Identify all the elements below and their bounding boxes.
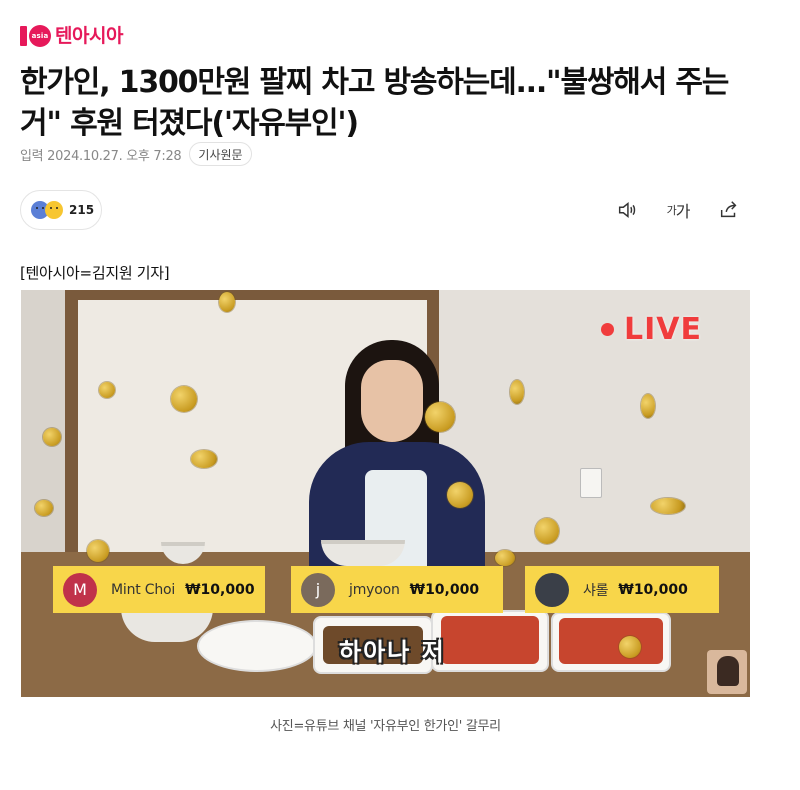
- photo-caption: 사진=유튜브 채널 '자유부인 한가인' 갈무리: [270, 719, 501, 734]
- live-label: LIVE: [624, 312, 702, 347]
- live-dot-icon: [601, 323, 614, 336]
- donor-avatar: M: [63, 572, 97, 607]
- donation-amount: ₩10,000: [618, 581, 688, 598]
- donation-banner: j jmyoon ₩10,000: [291, 566, 503, 613]
- publish-date: 입력 2024.10.27. 오후 7:28: [20, 148, 182, 164]
- donation-banner: M Mint Choi ₩10,000: [53, 566, 265, 613]
- live-badge: LIVE: [601, 312, 702, 347]
- donation-amount: ₩10,000: [409, 581, 480, 598]
- reaction-count: 215: [69, 203, 95, 217]
- donor-name: Mint Choi: [111, 581, 176, 598]
- donation-banner: 샤롤 ₩10,000: [525, 566, 719, 613]
- donor-avatar: [535, 572, 569, 607]
- wall-outlet: [580, 468, 602, 498]
- share-icon[interactable]: [716, 197, 742, 223]
- article-meta: 입력 2024.10.27. 오후 7:28 기사원문: [20, 142, 252, 166]
- font-size-icon[interactable]: 가가: [662, 197, 694, 223]
- video-subtitle: 하아나 저: [339, 638, 446, 666]
- profile-thumbnail: [707, 650, 747, 694]
- article-toolbar: 가가: [614, 197, 742, 223]
- smile-emoji-icon: [45, 201, 63, 219]
- speaker-icon[interactable]: [614, 197, 640, 223]
- byline: [텐아시아=김지원 기자]: [20, 264, 170, 282]
- donor-name: 샤롤: [583, 582, 609, 599]
- logo-mark: asia: [20, 25, 51, 47]
- original-article-button[interactable]: 기사원문: [189, 142, 252, 166]
- reaction-button[interactable]: 215: [20, 190, 102, 230]
- donor-name: jmyoon: [349, 581, 400, 598]
- site-logo[interactable]: asia 텐아시아: [20, 24, 123, 48]
- logo-text: 텐아시아: [55, 25, 123, 47]
- article-headline: 한가인, 1300만원 팔찌 차고 방송하는데..."불쌍해서 주는 거" 후원…: [20, 65, 729, 141]
- donor-avatar: j: [301, 572, 335, 607]
- article-photo: LIVE M Mint Choi ₩10,000 j jmyoon ₩10,00…: [21, 290, 750, 697]
- donation-amount: ₩10,000: [185, 581, 255, 598]
